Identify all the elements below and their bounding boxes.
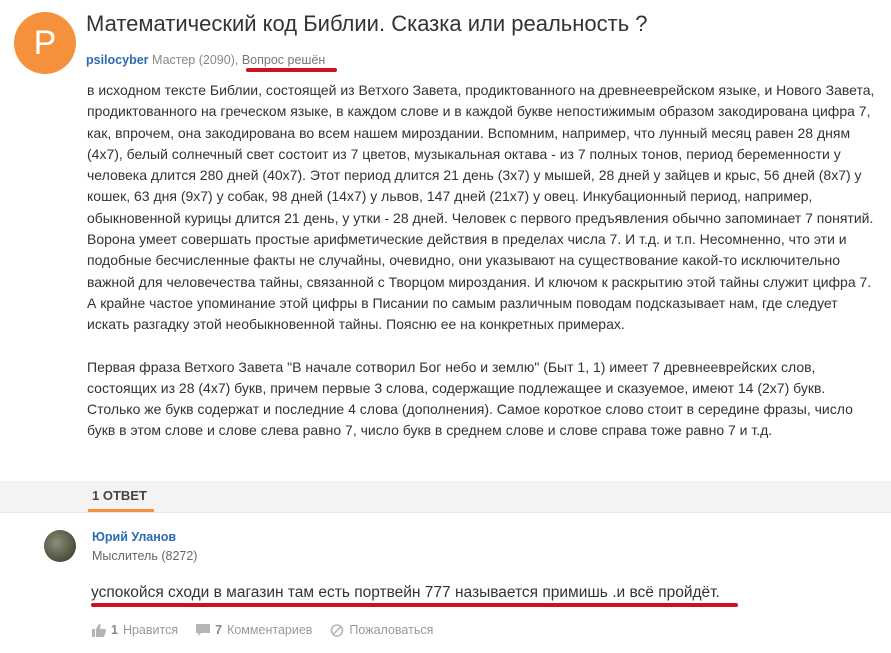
like-button[interactable]: 1 Нравится bbox=[92, 623, 178, 637]
comments-label: Комментариев bbox=[227, 623, 313, 637]
question-paragraph: Первая фраза Ветхого Завета "В начале со… bbox=[87, 358, 853, 439]
question-author-avatar[interactable]: P bbox=[14, 12, 76, 74]
thumbs-up-icon bbox=[92, 623, 106, 637]
answer-actions: 1 Нравится 7 Комментариев Пожаловаться bbox=[92, 623, 433, 637]
answer-author-avatar[interactable] bbox=[44, 530, 76, 562]
status-highlight-underline bbox=[246, 68, 337, 72]
question-status: Вопрос решён bbox=[241, 53, 326, 67]
report-icon bbox=[330, 623, 344, 637]
question-author-rank: Мастер (2090), bbox=[152, 53, 239, 67]
comments-button[interactable]: 7 Комментариев bbox=[196, 623, 312, 637]
answer-author-rank: Мыслитель (8272) bbox=[92, 549, 198, 563]
answers-count-tab[interactable]: 1 ОТВЕТ bbox=[92, 488, 147, 503]
answer-highlight-underline bbox=[91, 603, 738, 607]
question-body: в исходном тексте Библии, состоящей из В… bbox=[87, 80, 877, 463]
question-meta: psilocyber Мастер (2090), Вопрос решён bbox=[86, 53, 325, 67]
comments-count: 7 bbox=[215, 623, 223, 637]
question-title: Математический код Библии. Сказка или ре… bbox=[86, 11, 648, 36]
question-author-link[interactable]: psilocyber bbox=[86, 53, 149, 67]
comment-icon bbox=[196, 623, 211, 637]
answer-author-link[interactable]: Юрий Уланов bbox=[92, 530, 176, 544]
question-paragraph: в исходном тексте Библии, состоящей из В… bbox=[87, 82, 875, 333]
answer-text: успокойся сходи в магазин там есть портв… bbox=[91, 584, 720, 601]
like-count: 1 bbox=[111, 623, 118, 637]
like-label: Нравится bbox=[122, 623, 179, 637]
report-label: Пожаловаться bbox=[349, 623, 434, 637]
answers-tab-indicator bbox=[88, 509, 154, 512]
report-button[interactable]: Пожаловаться bbox=[330, 623, 433, 637]
